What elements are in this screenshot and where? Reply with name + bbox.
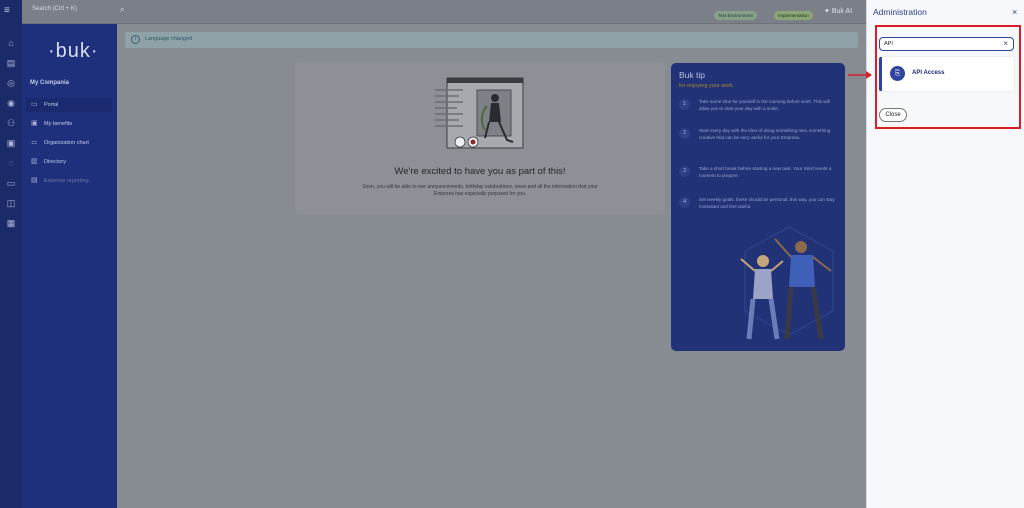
highlight-box	[875, 25, 1021, 129]
welcome-body: Soon, you will be able to see announceme…	[362, 184, 598, 197]
sidebar-nav: ·buk· My Compania ▭ Portal ▣ My benefits…	[22, 24, 117, 508]
step-text: Take a short break before starting a new…	[699, 166, 832, 178]
step-text: Take some time for yourself in the morni…	[699, 99, 830, 111]
step-text: Set weekly goals: these should be person…	[699, 197, 835, 209]
hamburger-icon[interactable]: ≡	[4, 6, 16, 16]
sidebar-item-label: Directory	[44, 159, 67, 165]
sidebar-item-label: Portal	[44, 102, 59, 108]
folder-icon[interactable]: ▭	[6, 178, 16, 188]
monitor-icon: ▭	[31, 101, 38, 108]
welcome-card: We're excited to have you as part of thi…	[295, 62, 665, 214]
environment-badge: Test Environment	[714, 11, 757, 20]
target-icon[interactable]: ◉	[6, 98, 16, 108]
info-icon: i	[131, 35, 140, 44]
sidebar-item-expense-reporting[interactable]: ▤ Expense reporting	[26, 174, 112, 188]
step-number: 3	[679, 166, 690, 177]
arrow-icon	[848, 71, 872, 79]
icon-rail: ⌂ ▤ ◎ ◉ ⚇ ▣ ◌ ▭ ◫ ▦	[0, 0, 22, 508]
sidebar-item-organization-chart[interactable]: ⚏ Organization chart	[26, 136, 112, 150]
sidebar-item-directory[interactable]: ▥ Directory	[26, 155, 112, 169]
main-content: i Language changed We're excited to have…	[117, 24, 866, 508]
org-icon[interactable]: ⚇	[6, 118, 16, 128]
buk-ai-label: Buk AI	[831, 8, 853, 15]
gift-icon: ▣	[31, 120, 38, 127]
home-icon[interactable]: ⌂	[6, 38, 16, 48]
welcome-illustration	[435, 77, 524, 149]
step-number: 2	[679, 128, 690, 139]
step-number: 4	[679, 197, 690, 208]
grid-icon[interactable]: ▦	[6, 218, 16, 228]
buk-ai-button[interactable]: ✦ Buk AI	[824, 7, 852, 15]
step-text: Start every day with the idea of doing s…	[699, 128, 831, 140]
panel-title: Administration	[873, 7, 927, 17]
sidebar-item-label: Organization chart	[44, 140, 89, 146]
book-icon: ▥	[31, 158, 38, 165]
top-bar: ≡ Search (Ctrl + K) ⌕ Test Environment I…	[4, 0, 866, 24]
document-icon[interactable]: ▤	[6, 58, 16, 68]
buk-logo[interactable]: ·buk·	[48, 40, 99, 63]
implementation-badge: Implementation	[774, 11, 813, 20]
receipt-icon: ▤	[31, 177, 38, 184]
camera-icon[interactable]: ◫	[6, 198, 16, 208]
sidebar-item-label: Expense reporting	[44, 178, 89, 184]
close-icon[interactable]: ×	[1012, 7, 1017, 17]
alert-text: Language changed	[145, 36, 193, 42]
briefcase-icon[interactable]: ▣	[6, 138, 16, 148]
money-icon[interactable]: ◎	[6, 78, 16, 88]
tip-subtitle: for enjoying your work	[679, 83, 733, 89]
dancing-people-illustration	[740, 226, 834, 340]
eye-icon[interactable]: ◌	[6, 158, 16, 168]
step-number: 1	[679, 99, 690, 110]
tip-title: Buk tip	[679, 70, 705, 80]
search-icon[interactable]: ⌕	[120, 5, 124, 15]
sidebar-item-portal[interactable]: ▭ Portal	[26, 98, 112, 112]
buk-tip-card: Buk tip for enjoying your work 1 Take so…	[671, 63, 845, 351]
global-search[interactable]: Search (Ctrl + K)	[32, 6, 77, 12]
sidebar-section-title: My Compania	[30, 80, 70, 86]
welcome-title: We're excited to have you as part of thi…	[394, 166, 566, 177]
sitemap-icon: ⚏	[31, 139, 38, 146]
language-alert: i Language changed	[125, 32, 858, 48]
sidebar-item-my-benefits[interactable]: ▣ My benefits	[26, 117, 112, 131]
sidebar-item-label: My benefits	[44, 121, 73, 127]
